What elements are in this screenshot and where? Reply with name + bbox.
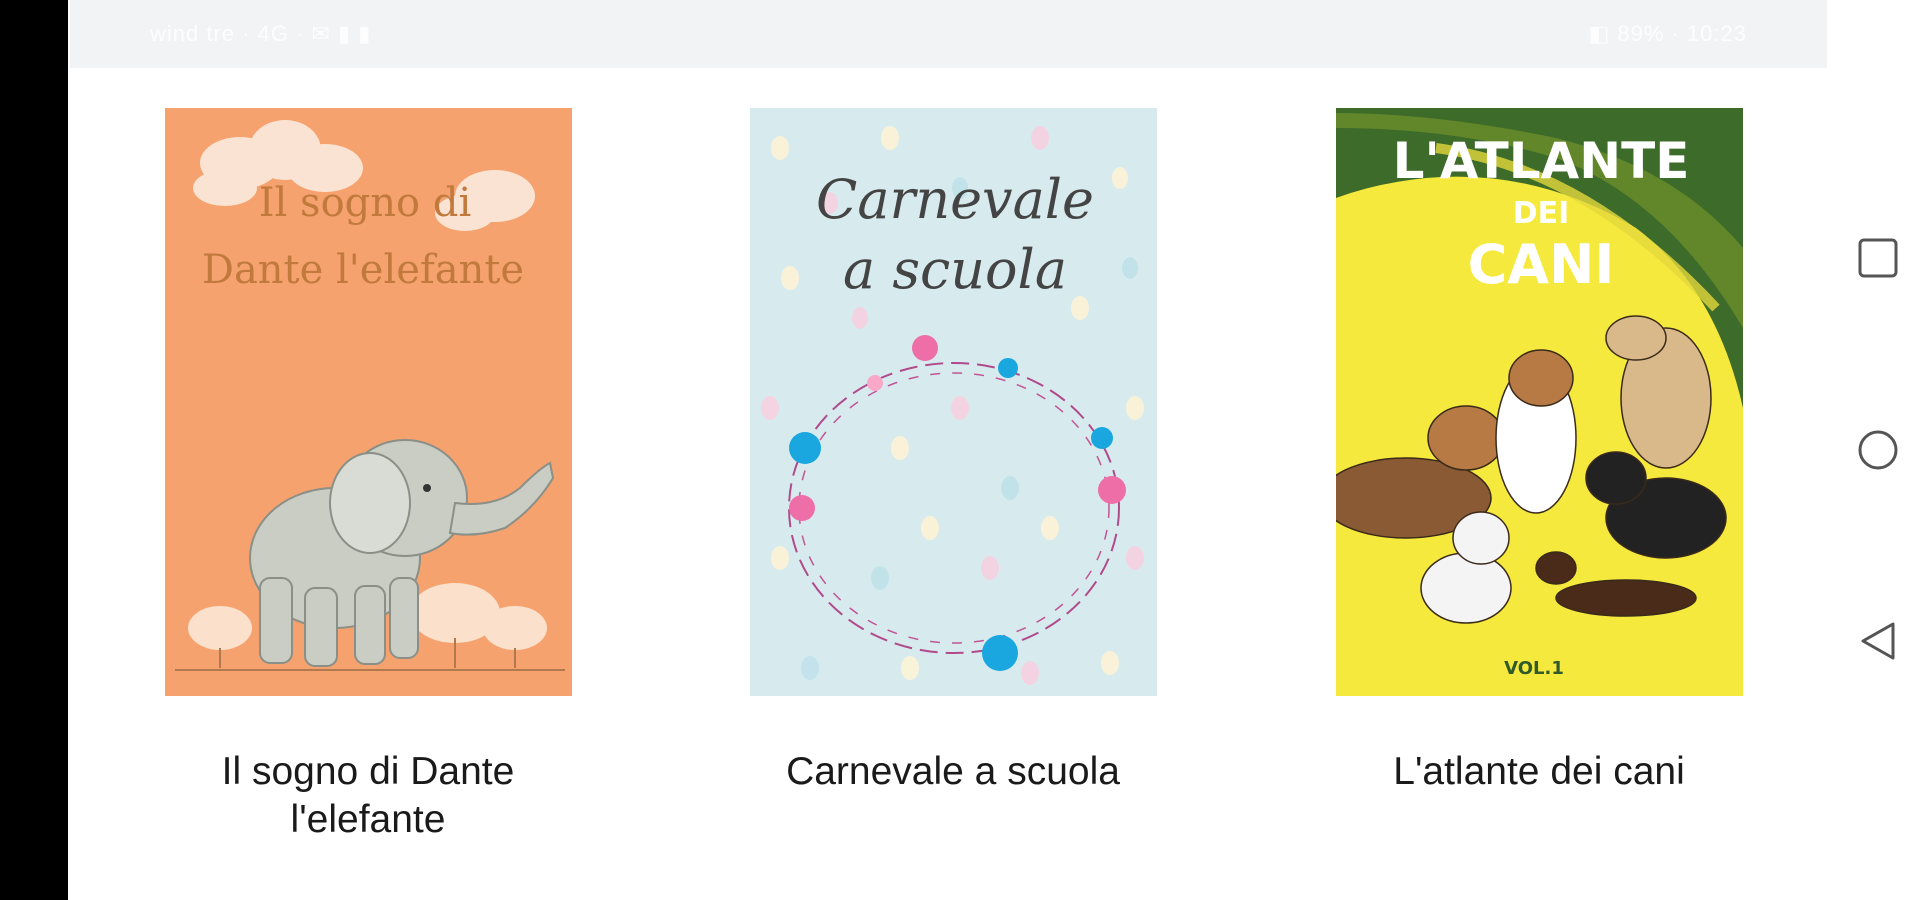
square-icon	[1858, 238, 1898, 278]
book-title-latlante-dei-cani[interactable]: L'atlante dei cani	[1329, 748, 1749, 796]
elephant-cover-illustration: Il sogno di Dante l'elefante	[164, 108, 572, 696]
book-title-carnevale-a-scuola[interactable]: Carnevale a scuola	[743, 748, 1163, 796]
status-left-info: wind tre · 4G · ✉ ▮ ▮	[150, 21, 372, 46]
book-grid: Il sogno di Dante l'elefante Il sogno di…	[70, 68, 1827, 900]
home-button[interactable]	[1857, 429, 1899, 471]
circle-icon	[1858, 430, 1898, 470]
book-title-il-sogno-di-dante[interactable]: Il sogno di Dante l'elefante	[158, 748, 578, 844]
back-button[interactable]	[1857, 620, 1899, 662]
confetti-cover-illustration: Carnevale a scuola	[749, 108, 1157, 696]
status-bar: wind tre · 4G · ✉ ▮ ▮ ◧ 89% · 10:23	[70, 0, 1827, 68]
cover-title-line1: Carnevale	[816, 168, 1094, 231]
book-cover-il-sogno-di-dante[interactable]: Il sogno di Dante l'elefante	[164, 108, 572, 696]
left-black-edge	[0, 0, 68, 900]
cover-title-line1: L'ATLANTE	[1392, 132, 1689, 190]
navigation-bar	[1827, 0, 1928, 900]
cover-title-line2: DEI	[1512, 196, 1569, 231]
cover-title-line2: Dante l'elefante	[201, 247, 523, 293]
status-right-info: ◧ 89% · 10:23	[1588, 21, 1747, 46]
book-item-carnevale-a-scuola[interactable]: Carnevale a scuola Carnevale a scuola	[743, 108, 1163, 796]
book-item-il-sogno-di-dante[interactable]: Il sogno di Dante l'elefante Il sogno di…	[158, 108, 578, 844]
cover-volume-badge: VOL.1	[1504, 658, 1564, 679]
cover-title-line3: CANI	[1467, 233, 1614, 296]
book-item-latlante-dei-cani[interactable]: L'ATLANTE DEI CANI VOL.1 L'atlante dei c…	[1329, 108, 1749, 796]
book-cover-carnevale-a-scuola[interactable]: Carnevale a scuola	[749, 108, 1157, 696]
book-cover-latlante-dei-cani[interactable]: L'ATLANTE DEI CANI VOL.1	[1335, 108, 1743, 696]
recents-button[interactable]	[1857, 237, 1899, 279]
cover-title-line1: Il sogno di	[258, 180, 470, 226]
dogs-cover-illustration: L'ATLANTE DEI CANI VOL.1	[1335, 108, 1743, 696]
triangle-back-icon	[1861, 622, 1895, 660]
cover-title-line2: a scuola	[842, 238, 1066, 301]
